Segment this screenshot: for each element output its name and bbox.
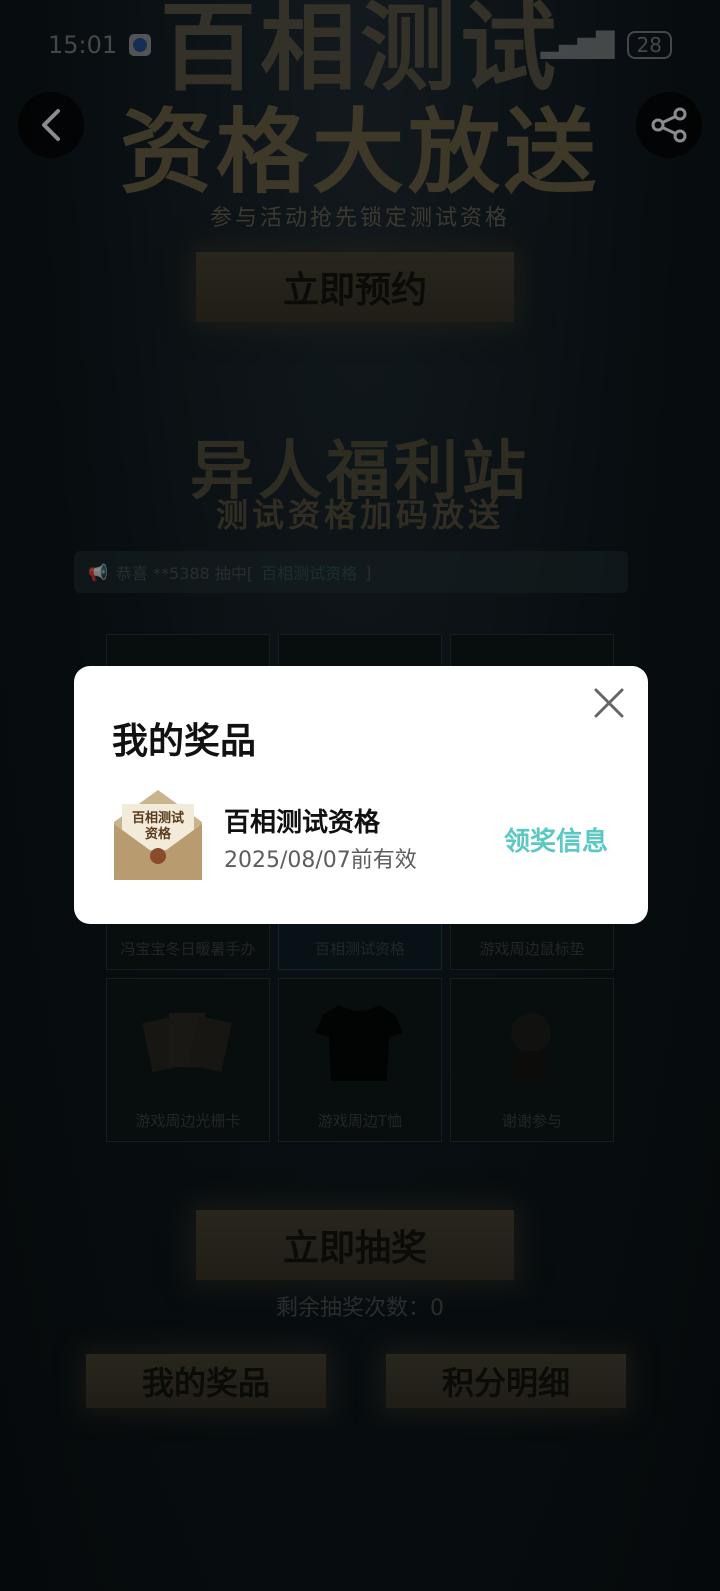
claim-info-link[interactable]: 领奖信息: [504, 821, 608, 858]
svg-text:百相测试: 百相测试: [132, 810, 184, 826]
prize-valid-date: 2025/08/07前有效: [224, 848, 417, 873]
envelope-image: 百相测试 资格: [114, 790, 202, 880]
my-prizes-modal: 我的奖品 百相测试 资格 百相测试资格 2025/08/07前有效 领奖信息: [74, 666, 648, 924]
prize-name: 百相测试资格: [224, 808, 381, 838]
modal-title: 我的奖品: [112, 721, 257, 762]
svg-text:资格: 资格: [145, 826, 172, 842]
close-icon[interactable]: [592, 686, 626, 720]
